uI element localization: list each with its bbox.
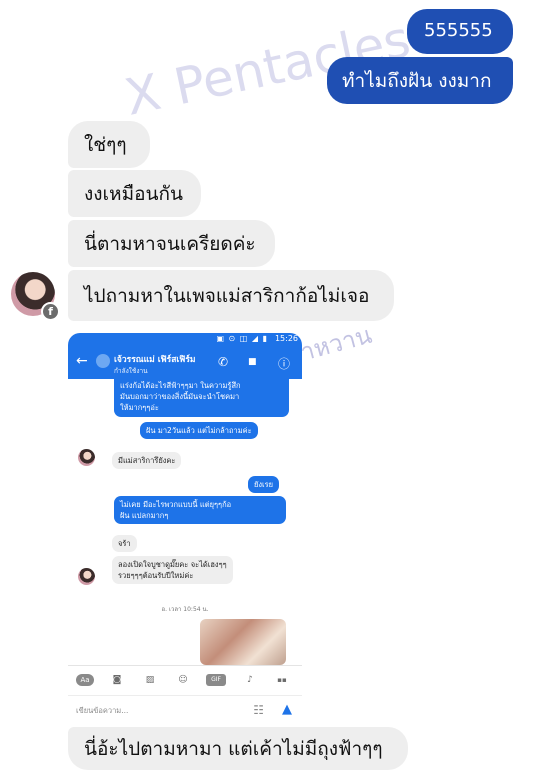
phone-sender-avatar	[78, 449, 95, 466]
message-outgoing: 555555	[407, 9, 513, 54]
like-thumb-icon[interactable]: ▲	[282, 702, 292, 717]
phone-message-line: ลองเปิดใจบูชาดูมั๊ยคะ จะได้เฮงๆๆ	[118, 560, 227, 569]
gallery-icon[interactable]: ▨	[143, 674, 157, 686]
back-arrow-icon: ←	[76, 353, 88, 369]
facebook-badge-icon: f	[41, 302, 60, 321]
gif-icon[interactable]: GIF	[206, 674, 226, 686]
phone-message-outgoing: ฝัน มา2วันแล้ว แต่ไม่กล้าถามค่ะ	[140, 422, 258, 439]
phone-message-incoming: มีแม่สาริการึยังคะ	[112, 452, 182, 469]
phone-call-icon: ✆	[218, 355, 229, 369]
emoji-icon[interactable]: ☷	[253, 703, 264, 717]
camera-icon[interactable]: ◙	[110, 674, 124, 686]
message-incoming: ไปถามหาในเพจแม่สาริกาก้อไม่เจอ	[68, 270, 394, 321]
message-incoming: นี่ตามหาจนเครียดค่ะ	[68, 220, 275, 267]
phone-composer-toolbar: Aa ◙ ▨ ☺ GIF ♪ ▪▪	[68, 665, 302, 695]
phone-message-outgoing: แร่งก้อได้อะไรสีฟ้าๆๆมา ในความรู้สึก มัน…	[114, 377, 289, 417]
contact-avatar	[96, 354, 110, 368]
phone-status-icons: ▣ ⊙ ◫ ◢ ▮	[216, 334, 268, 343]
phone-status-bar: ▣ ⊙ ◫ ◢ ▮ 15:26	[68, 333, 302, 347]
message-incoming: ใช่ๆๆ	[68, 121, 150, 168]
phone-message-line: ให้มากๆๆอ่ะ	[120, 403, 159, 412]
video-call-icon: ■	[248, 357, 257, 367]
phone-chat-body: แร่งก้อได้อะไรสีฟ้าๆๆมา ในความรู้สึก มัน…	[68, 377, 302, 665]
phone-message-line: ฝัน แปลกมากๆ	[120, 511, 169, 520]
message-incoming: นี่อ้ะไปตามหามา แต่เค้าไม่มีถุงฟ้าๆๆ	[68, 727, 408, 770]
phone-message-incoming: ลองเปิดใจบูชาดูมั๊ยคะ จะได้เฮงๆๆ รวยๆๆๆต…	[112, 556, 233, 584]
phone-input-row: เขียนข้อความ... ☷ ▲	[68, 695, 302, 725]
shared-screenshot-image[interactable]: ▣ ⊙ ◫ ◢ ▮ 15:26 ← เจ้วรรณแม่ เฟิร์สเฟิร์…	[68, 333, 302, 725]
more-options-icon[interactable]: ▪▪	[273, 674, 291, 686]
contact-name: เจ้วรรณแม่ เฟิร์สเฟิร์ม	[114, 355, 196, 365]
phone-message-line: ไม่เคย มีอะไรพวกแบบนี้ แต่ยุๆๆก้อ	[120, 500, 232, 509]
phone-message-incoming: จร้า	[112, 535, 137, 552]
phone-message-line: มันบอกมาว่าของสิ่งนี้มันจะนำโชคมา	[120, 392, 240, 401]
phone-timestamp: อ. เวลา 10:54 น.	[161, 606, 209, 613]
sticker-icon[interactable]: ☺	[176, 674, 190, 686]
message-outgoing: ทำไมถึงฝัน งงมาก	[327, 57, 513, 104]
text-format-icon[interactable]: Aa	[76, 674, 94, 686]
info-icon: ⓘ	[278, 357, 291, 371]
message-incoming: งงเหมือนกัน	[68, 170, 201, 217]
phone-status-time: 15:26	[274, 334, 298, 343]
phone-shared-photo	[200, 619, 286, 665]
phone-message-line: รวยๆๆๆต้อนรับปีใหม่ค่ะ	[118, 571, 194, 580]
phone-message-outgoing: ยังเรย	[248, 476, 280, 493]
phone-message-outgoing: ไม่เคย มีอะไรพวกแบบนี้ แต่ยุๆๆก้อ ฝัน แป…	[114, 496, 286, 524]
phone-chat-header: ← เจ้วรรณแม่ เฟิร์สเฟิร์ม กำลังใช้งาน ✆ …	[68, 347, 302, 379]
phone-sender-avatar	[78, 568, 95, 585]
contact-status: กำลังใช้งาน	[114, 367, 148, 375]
phone-message-input[interactable]: เขียนข้อความ...	[76, 705, 128, 717]
phone-message-line: แร่งก้อได้อะไรสีฟ้าๆๆมา ในความรู้สึก	[120, 381, 241, 390]
microphone-icon[interactable]: ♪	[243, 674, 257, 686]
